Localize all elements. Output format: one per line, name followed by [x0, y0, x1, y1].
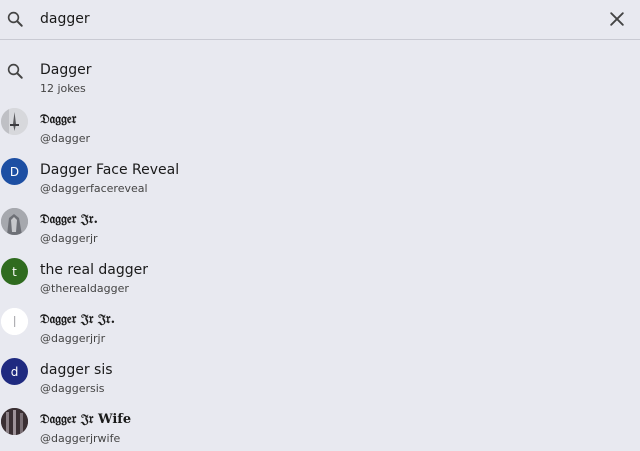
- result-title: Dagger Face Reveal: [40, 162, 180, 178]
- avatar: [1, 108, 28, 135]
- result-subtitle: @daggersis: [40, 382, 105, 395]
- result-subtitle: @dagger: [40, 132, 90, 145]
- result-subtitle: @daggerjrjr: [40, 332, 106, 345]
- result-row-user[interactable]: t the real dagger @therealdagger: [0, 251, 640, 301]
- search-icon: [7, 63, 23, 79]
- result-subtitle: 12 jokes: [40, 82, 86, 95]
- result-title: 𝔇𝔞𝔤𝔤𝔢𝔯 𝔍𝔯 Wife: [40, 412, 132, 427]
- result-title: the real dagger: [40, 262, 149, 278]
- result-row-user[interactable]: d dagger sis @daggersis: [0, 351, 640, 401]
- avatar-letter: t: [12, 264, 17, 279]
- avatar-letter: D: [9, 164, 20, 179]
- result-title: Dagger: [40, 62, 92, 78]
- avatar: [1, 408, 28, 435]
- result-title: dagger sis: [40, 362, 113, 378]
- search-bar: [0, 0, 640, 40]
- result-title: 𝔇𝔞𝔤𝔤𝔢𝔯 𝔍𝔯 𝔍𝔯.: [40, 312, 116, 327]
- avatar-letter: d: [10, 364, 19, 379]
- result-row-user[interactable]: 𝔇𝔞𝔤𝔤𝔢𝔯 𝔍𝔯 Wife @daggerjrwife: [0, 401, 640, 451]
- result-row-user[interactable]: 𝔇𝔞𝔤𝔤𝔢𝔯 𝔍𝔯. @daggerjr: [0, 201, 640, 251]
- result-subtitle: @daggerjr: [40, 232, 98, 245]
- result-row-user[interactable]: D Dagger Face Reveal @daggerfacereveal: [0, 151, 640, 201]
- avatar: t: [1, 258, 28, 285]
- result-subtitle: @daggerfacereveal: [40, 182, 148, 195]
- avatar: d: [1, 358, 28, 385]
- result-row-user[interactable]: 𝔇𝔞𝔤𝔤𝔢𝔯 𝔍𝔯 𝔍𝔯. @daggerjrjr: [0, 301, 640, 351]
- avatar: D: [1, 158, 28, 185]
- result-subtitle: @therealdagger: [40, 282, 129, 295]
- result-subtitle: @daggerjrwife: [40, 432, 121, 445]
- search-icon: [7, 11, 23, 27]
- avatar: [1, 308, 28, 335]
- result-title: 𝔇𝔞𝔤𝔤𝔢𝔯: [40, 112, 77, 127]
- result-row-query[interactable]: Dagger 12 jokes: [0, 51, 640, 101]
- result-row-user[interactable]: 𝔇𝔞𝔤𝔤𝔢𝔯 @dagger: [0, 101, 640, 151]
- result-title: 𝔇𝔞𝔤𝔤𝔢𝔯 𝔍𝔯.: [40, 212, 98, 227]
- close-icon[interactable]: [607, 9, 627, 29]
- search-input[interactable]: [40, 8, 580, 30]
- avatar: [1, 208, 28, 235]
